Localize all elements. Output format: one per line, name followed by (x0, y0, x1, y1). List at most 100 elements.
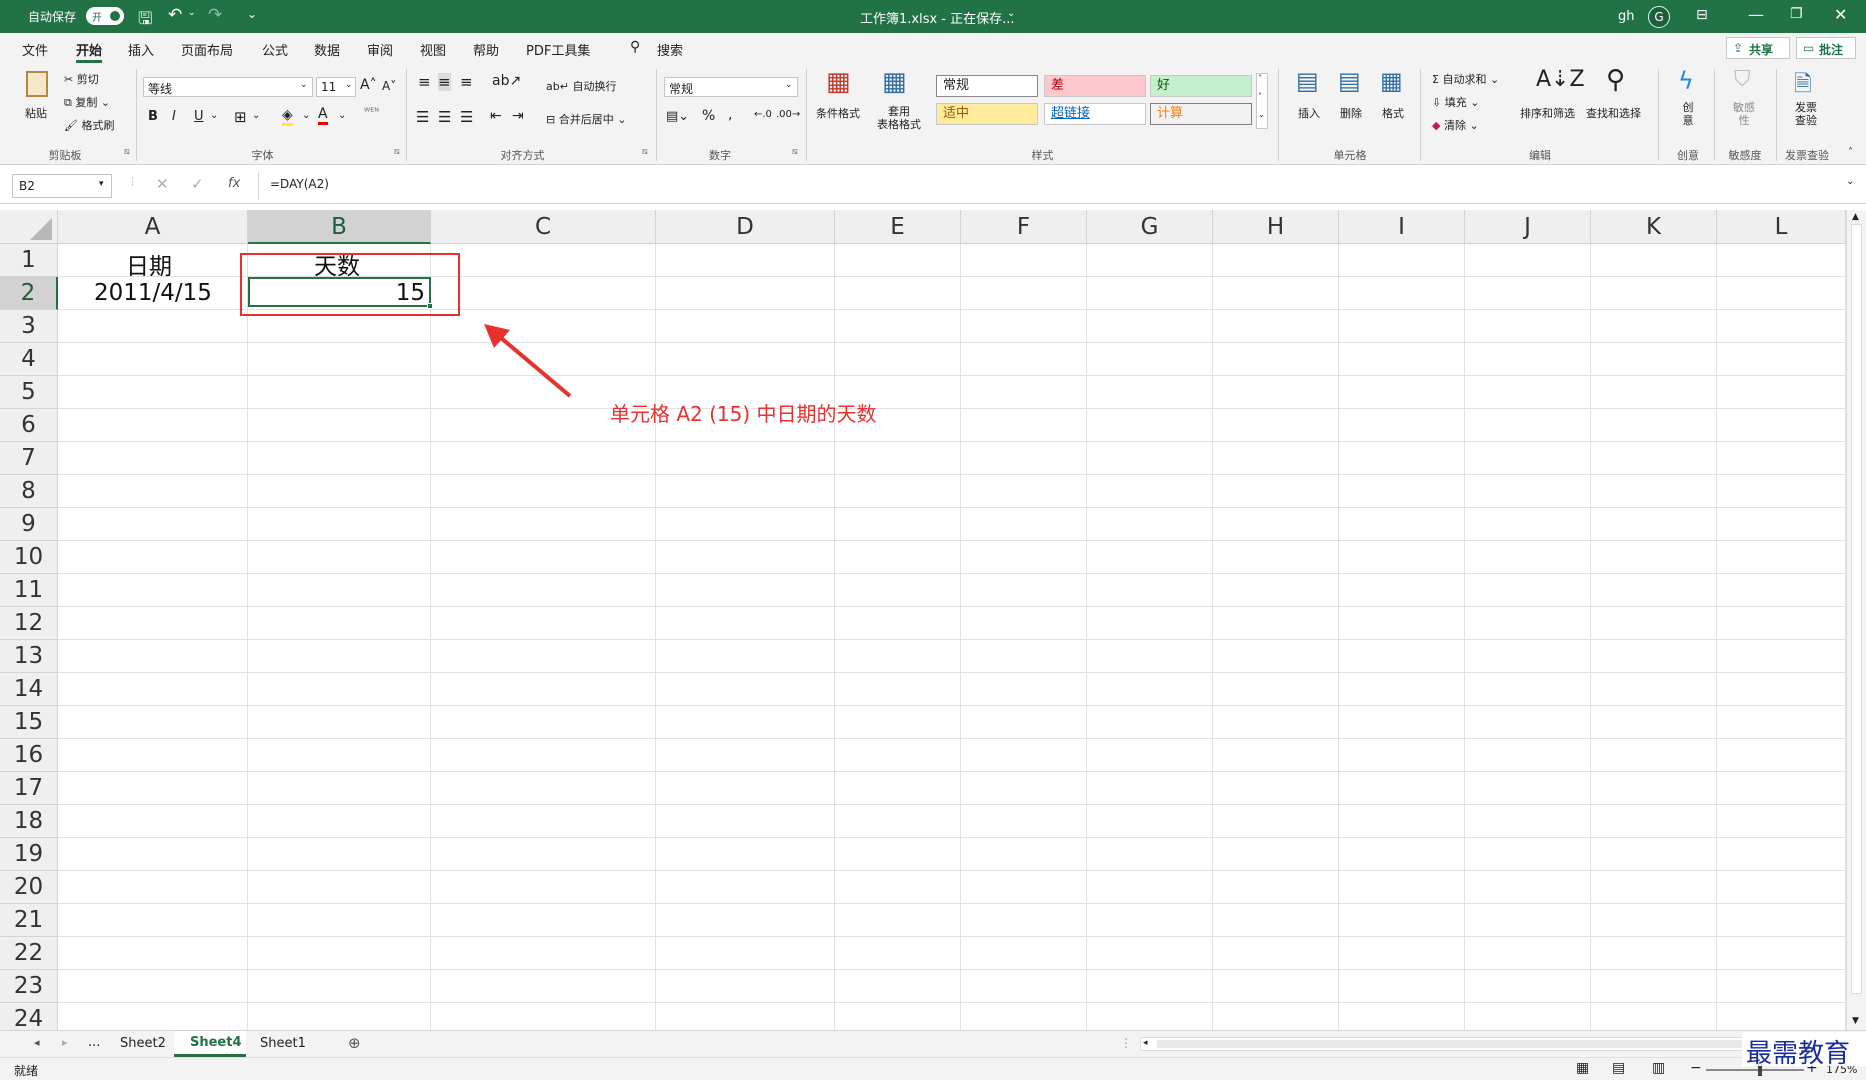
ribbon-display-icon[interactable]: ⊟ (1696, 7, 1708, 23)
comments-button[interactable]: ▭ 批注 (1796, 37, 1856, 59)
tab-help[interactable]: 帮助 (473, 40, 499, 59)
column-header-K[interactable]: K (1591, 210, 1717, 244)
sensitivity-button[interactable]: ⛉ 敏感 性 (1724, 67, 1764, 139)
name-box[interactable]: B2 ▾ (12, 174, 112, 198)
cut-button[interactable]: ✂ 剪切 (64, 71, 99, 87)
row-header-17[interactable]: 17 (0, 772, 58, 805)
percent-icon[interactable]: % (702, 108, 715, 124)
comma-style-icon[interactable]: , (728, 107, 732, 123)
font-name-select[interactable]: 等线 ⌄ (143, 77, 313, 97)
fill-color-dropdown-icon[interactable]: ⌄ (302, 110, 310, 121)
row-header-3[interactable]: 3 (0, 310, 58, 343)
row-header-19[interactable]: 19 (0, 838, 58, 871)
tab-file[interactable]: 文件 (22, 40, 48, 59)
font-color-icon[interactable]: A (318, 106, 328, 125)
column-header-D[interactable]: D (656, 210, 835, 244)
style-hyperlink[interactable]: 超链接 (1044, 103, 1146, 125)
column-header-I[interactable]: I (1339, 210, 1465, 244)
row-header-14[interactable]: 14 (0, 673, 58, 706)
tab-formulas[interactable]: 公式 (262, 40, 288, 59)
wrap-text-button[interactable]: ab↵ 自动换行 (546, 78, 616, 94)
close-icon[interactable]: ✕ (1834, 5, 1847, 24)
increase-decimal-icon[interactable]: ←.0 (754, 109, 772, 120)
row-header-6[interactable]: 6 (0, 409, 58, 442)
vertical-scrollbar[interactable]: ▲ ▼ (1846, 210, 1866, 1030)
title-dropdown-icon[interactable]: ⌄ (1007, 8, 1015, 19)
border-dropdown-icon[interactable]: ⌄ (252, 110, 260, 121)
underline-button[interactable]: U (194, 109, 204, 124)
page-layout-view-icon[interactable]: ▤ (1612, 1060, 1625, 1076)
restore-icon[interactable]: ❐ (1790, 6, 1803, 22)
normal-view-icon[interactable]: ▦ (1576, 1060, 1589, 1076)
row-header-11[interactable]: 11 (0, 574, 58, 607)
dialog-launcher-icon[interactable]: ⧅ (394, 147, 400, 157)
fill-color-icon[interactable]: ◈ (282, 107, 293, 126)
align-bottom-icon[interactable]: ≡ (460, 73, 473, 91)
h-scroll-thumb[interactable] (1157, 1040, 1757, 1048)
border-icon[interactable]: ⊞ (234, 108, 247, 126)
column-header-C[interactable]: C (431, 210, 656, 244)
decrease-decimal-icon[interactable]: .00→ (776, 109, 800, 120)
row-header-1[interactable]: 1 (0, 244, 58, 277)
increase-indent-icon[interactable]: ⇥ (512, 108, 524, 124)
tab-view[interactable]: 视图 (420, 40, 446, 59)
insert-function-icon[interactable]: fx (228, 176, 240, 191)
insert-cells-button[interactable]: ▤ 插入 (1290, 67, 1330, 139)
style-calculation[interactable]: 计算 (1150, 103, 1252, 125)
minimize-icon[interactable]: — (1748, 5, 1764, 24)
format-painter-button[interactable]: 🖌 格式刷 (64, 117, 114, 133)
row-header-2[interactable]: 2 (0, 277, 58, 310)
formula-input[interactable]: =DAY(A2) (270, 177, 329, 191)
row-header-7[interactable]: 7 (0, 442, 58, 475)
copy-button[interactable]: ⧉ 复制 ⌄ (64, 94, 110, 110)
horizontal-scrollbar[interactable]: ◂ (1140, 1037, 1840, 1051)
undo-dropdown-icon[interactable]: ⌄ (188, 8, 196, 18)
style-good[interactable]: 好 (1150, 75, 1252, 97)
row-header-23[interactable]: 23 (0, 970, 58, 1003)
autosave-toggle[interactable]: 开 (86, 7, 124, 25)
bold-button[interactable]: B (148, 109, 158, 124)
style-neutral[interactable]: 适中 (936, 103, 1038, 125)
dialog-launcher-icon[interactable]: ⧅ (124, 147, 130, 157)
decrease-font-icon[interactable]: A˅ (382, 79, 396, 93)
redo-icon[interactable]: ↷ (208, 5, 222, 25)
ideas-button[interactable]: ϟ 创 意 (1668, 67, 1708, 139)
column-header-A[interactable]: A (58, 210, 248, 244)
prev-sheet-icon[interactable]: ◂ (34, 1036, 40, 1049)
collapse-ribbon-icon[interactable]: ˄ (1848, 147, 1853, 158)
italic-button[interactable]: I (172, 109, 176, 124)
row-header-15[interactable]: 15 (0, 706, 58, 739)
align-top-icon[interactable]: ≡ (418, 73, 431, 91)
font-size-select[interactable]: 11 ⌄ (316, 77, 356, 97)
scroll-left-icon[interactable]: ◂ (1143, 1038, 1148, 1048)
style-normal[interactable]: 常规 (936, 75, 1038, 97)
format-as-table-button[interactable]: ▦ 套用 表格格式 (868, 67, 930, 139)
user-name[interactable]: gh (1618, 9, 1635, 24)
cell-A2[interactable]: 2011/4/15 (94, 280, 212, 306)
select-all-button[interactable] (0, 210, 58, 244)
search-icon[interactable]: ⚲ (630, 39, 640, 55)
undo-icon[interactable]: ↶ (168, 5, 182, 25)
cancel-icon[interactable]: ✕ (156, 175, 169, 193)
dialog-launcher-icon[interactable]: ⧅ (642, 147, 648, 157)
cell-A1[interactable]: 日期 (126, 247, 172, 281)
row-header-13[interactable]: 13 (0, 640, 58, 673)
font-color-dropdown-icon[interactable]: ⌄ (338, 110, 346, 121)
merge-center-button[interactable]: ⊟ 合并后居中 ⌄ (546, 111, 626, 127)
sheet-tab-sheet1[interactable]: Sheet1 (260, 1036, 306, 1051)
column-header-L[interactable]: L (1717, 210, 1846, 244)
tab-pdf-tools[interactable]: PDF工具集 (526, 40, 590, 59)
worksheet-grid[interactable]: ABCDEFGHIJKL 1 2 3 4 5 6 7 8 9 10 11 12 13 14 15 16 17 18… (0, 210, 1846, 1030)
paste-button[interactable]: 粘贴 (22, 69, 52, 125)
column-header-E[interactable]: E (835, 210, 961, 244)
format-cells-button[interactable]: ▦ 格式 (1374, 67, 1414, 139)
row-header-9[interactable]: 9 (0, 508, 58, 541)
accounting-format-icon[interactable]: ▤⌄ (666, 109, 689, 124)
scroll-thumb[interactable] (1851, 224, 1862, 994)
row-header-21[interactable]: 21 (0, 904, 58, 937)
row-header-20[interactable]: 20 (0, 871, 58, 904)
column-header-H[interactable]: H (1213, 210, 1339, 244)
align-left-icon[interactable]: ☰ (416, 108, 429, 126)
zoom-out-icon[interactable]: − (1690, 1060, 1702, 1076)
phonetic-icon[interactable]: ᵂᴱᴺ (364, 107, 379, 118)
